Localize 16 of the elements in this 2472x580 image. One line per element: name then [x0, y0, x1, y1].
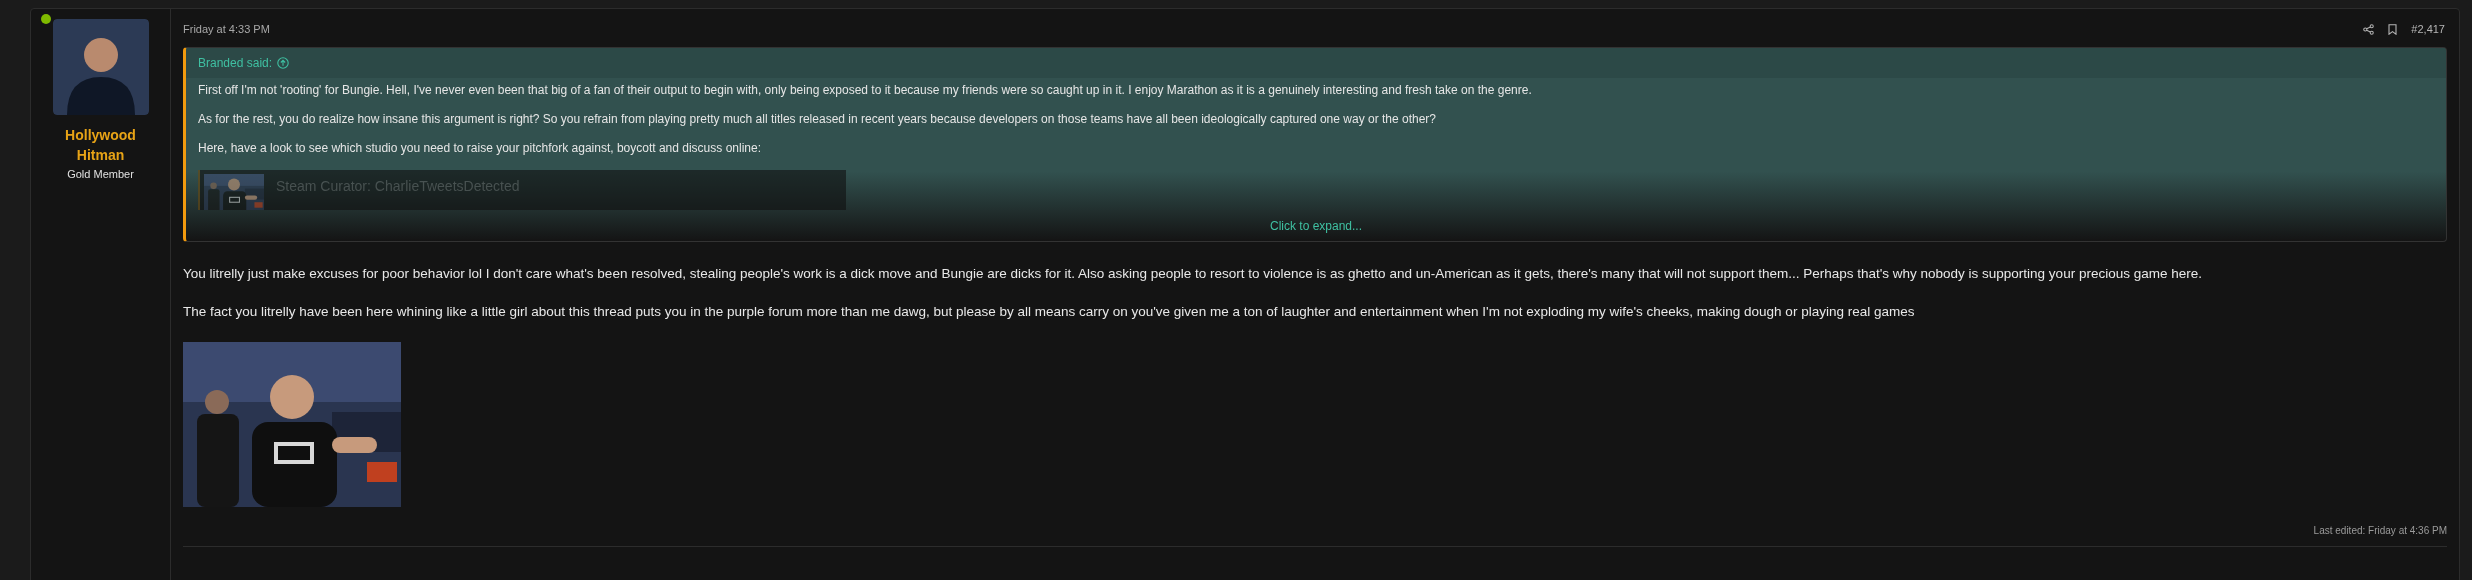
arrow-up-circle-icon[interactable] — [277, 57, 290, 69]
quote-text: Here, have a look to see which studio you need to raise your pitchfork against, boycott and discuss online: — [198, 140, 762, 156]
quote-text: First off I'm not 'rooting' for Bungie. Hell, I've never even been that big of a fan of their output to begin with, only being exposed to it because my friends were so caught up in it. I enjoy Marathon as it is a genuinely interesting and fresh take on the genre. — [198, 82, 1533, 98]
last-edited: Last edited: Friday at 4:36 PM — [2313, 524, 2447, 538]
post-text: You litrelly just make excuses for poor behavior lol I don't care what's been resolved, stealing people's work is a dick move and Bungie are dicks for it. Also asking people to resort to violence is as ghetto and un-American as it gets, there's many that will not support them... Perhaps that's why nobody is supporting your precious game here. — [183, 265, 2203, 283]
share-icon[interactable] — [2363, 23, 2375, 35]
user-title: Gold Member — [67, 167, 134, 182]
quote-text: As for the rest, you do realize how insane this argument is right? So you refrain from playing pretty much all titles released in recent years because developers on those teams have all been ideologically captured one way or the other? — [198, 111, 1437, 127]
post-number[interactable]: #2,417 — [2411, 20, 2445, 38]
quote-attribution[interactable]: Branded said: — [198, 54, 273, 72]
avatar[interactable] — [52, 19, 149, 115]
post-date[interactable]: Friday at 4:33 PM — [183, 20, 270, 38]
bookmark-icon[interactable] — [2388, 23, 2398, 35]
expand-link[interactable]: Click to expand... — [1269, 217, 1362, 235]
username[interactable]: Hollywood Hitman — [55, 125, 146, 165]
post-text: The fact you litrelly have been here whining like a little girl about this thread puts you in the purple forum more than me dawg, but please by all means carry on you've given me a ton of laughter and entertainment when I'm not exploding my wife's cheeks, making dough or playing real games — [183, 303, 1916, 321]
